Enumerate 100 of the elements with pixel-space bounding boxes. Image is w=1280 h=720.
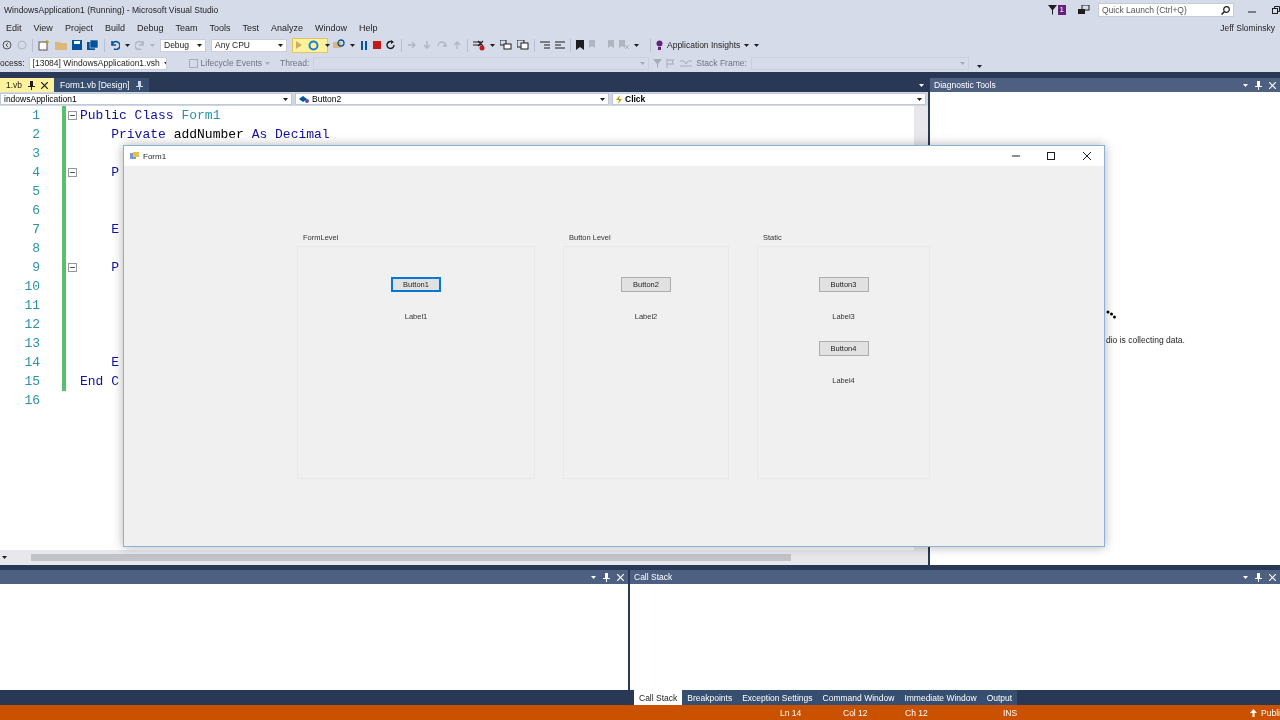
- caret-icon[interactable]: [1243, 83, 1248, 87]
- line-number: 11: [23, 297, 40, 315]
- minimize-icon[interactable]: [1012, 152, 1020, 160]
- bulb-icon: [656, 40, 663, 50]
- configuration-dropdown[interactable]: Debug: [160, 38, 206, 52]
- scrollbar-thumb[interactable]: [31, 554, 791, 561]
- platform-dropdown[interactable]: Any CPU: [211, 38, 287, 52]
- caret-icon[interactable]: [917, 97, 922, 101]
- threads-icon[interactable]: [500, 40, 512, 50]
- start-button[interactable]: [292, 37, 328, 53]
- caret-icon[interactable]: [283, 97, 288, 101]
- save-icon[interactable]: [72, 40, 82, 50]
- indent-icon[interactable]: [540, 40, 550, 50]
- menu-item[interactable]: Test: [236, 23, 265, 33]
- document-tab[interactable]: 1.vb: [0, 78, 55, 92]
- line-number: 14: [23, 354, 40, 372]
- bookmark-icon[interactable]: [576, 40, 584, 50]
- status-message: dio is collecting data.: [1106, 335, 1186, 345]
- pin-icon[interactable]: [1255, 80, 1262, 90]
- caret-icon[interactable]: [600, 97, 605, 101]
- restore-icon[interactable]: [1272, 6, 1280, 14]
- member-dropdown[interactable]: Button2: [295, 93, 609, 105]
- pause-icon[interactable]: [360, 40, 368, 50]
- pin-icon[interactable]: [1255, 572, 1262, 582]
- code-line: E: [110, 222, 119, 237]
- windows-icon[interactable]: [517, 40, 529, 50]
- panel-tab[interactable]: Command Window: [817, 690, 900, 705]
- undo-icon[interactable]: [110, 40, 120, 50]
- quick-launch-field[interactable]: Quick Launch (Ctrl+Q): [1098, 3, 1234, 17]
- caret-icon[interactable]: [591, 575, 596, 579]
- pin-icon[interactable]: [28, 80, 36, 90]
- code-line: End C: [80, 374, 119, 389]
- menu-item[interactable]: View: [27, 23, 59, 33]
- code-line: Private addNumber As Decimal: [110, 127, 330, 142]
- code-line: P: [110, 260, 119, 275]
- class-icon: [299, 94, 309, 104]
- menu-item[interactable]: Analyze: [265, 23, 309, 33]
- line-number: 12: [23, 316, 40, 334]
- menu-item[interactable]: Project: [58, 23, 99, 33]
- menu-item[interactable]: Tools: [203, 23, 237, 33]
- caret-icon[interactable]: [2, 556, 7, 559]
- lifecycle-events-button[interactable]: Lifecycle Events: [188, 58, 270, 68]
- window-title: Form1: [143, 151, 167, 161]
- code-line: E: [110, 355, 119, 370]
- caret-icon[interactable]: [163, 61, 166, 65]
- search-icon[interactable]: [1221, 5, 1230, 15]
- line-number: 16: [23, 392, 40, 410]
- caret-icon[interactable]: [919, 83, 924, 87]
- publish-button[interactable]: Publi: [1250, 707, 1280, 718]
- caret-icon[interactable]: [1243, 575, 1248, 579]
- feedback-icon[interactable]: [1078, 5, 1090, 15]
- application-insights-button[interactable]: Application Insights: [656, 40, 750, 50]
- caret-icon[interactable]: [125, 43, 130, 47]
- collapse-icon[interactable]: [68, 263, 77, 272]
- line-number: 6: [31, 202, 40, 220]
- find-icon[interactable]: [333, 39, 345, 51]
- panel-tab[interactable]: Immediate Window: [899, 690, 982, 705]
- maximize-icon[interactable]: [1047, 152, 1055, 160]
- line-number: 4: [31, 164, 40, 182]
- menu-item[interactable]: Team: [169, 23, 204, 33]
- panel-title: Call Stack: [634, 572, 673, 582]
- panel-tab[interactable]: Exception Settings: [737, 690, 818, 705]
- menu-item[interactable]: Debug: [130, 23, 170, 33]
- new-project-icon[interactable]: [38, 39, 50, 51]
- caret-icon[interactable]: [197, 43, 202, 47]
- menu-item[interactable]: Edit: [0, 23, 28, 33]
- panel-tab[interactable]: Output: [981, 690, 1018, 705]
- caret-icon[interactable]: [350, 43, 355, 47]
- form-icon: [130, 152, 139, 160]
- caret-icon[interactable]: [634, 43, 639, 47]
- line-number: 7: [31, 221, 40, 239]
- filter-icon[interactable]: [1047, 5, 1057, 15]
- user-name[interactable]: Jeff Slominsky: [1220, 23, 1275, 33]
- character-indicator: Ch 12: [905, 707, 929, 718]
- caret-icon[interactable]: [325, 43, 330, 47]
- collapse-icon[interactable]: [68, 168, 77, 177]
- event-dropdown[interactable]: Click: [612, 93, 926, 105]
- outdent-icon[interactable]: [555, 40, 565, 50]
- menu-item[interactable]: Build: [98, 23, 131, 33]
- panel-title: Diagnostic Tools: [934, 80, 996, 90]
- process-dropdown[interactable]: [13084] WindowsApplication1.vsh: [28, 56, 167, 70]
- breakpoint-icon[interactable]: [473, 39, 485, 51]
- caret-icon[interactable]: [976, 64, 982, 68]
- menu-item[interactable]: Window: [309, 23, 354, 33]
- line-indicator: Ln 14: [780, 707, 803, 718]
- panel-tab[interactable]: Breakpoints: [682, 690, 738, 705]
- collapse-icon[interactable]: [68, 111, 77, 120]
- menu-item[interactable]: Help: [353, 23, 384, 33]
- line-number: 2: [31, 126, 40, 144]
- back-icon[interactable]: [2, 40, 12, 50]
- project-dropdown[interactable]: indowsApplication1: [0, 93, 292, 105]
- document-tab[interactable]: Form1.vb [Design]: [54, 78, 149, 92]
- pin-icon[interactable]: [603, 572, 610, 582]
- panel-tab[interactable]: Call Stack: [634, 690, 683, 705]
- save-all-icon[interactable]: [87, 39, 99, 51]
- restart-icon[interactable]: [386, 40, 396, 50]
- close-icon[interactable]: [41, 81, 49, 89]
- close-icon[interactable]: [1083, 152, 1091, 160]
- caret-icon[interactable]: [278, 43, 283, 47]
- caret-icon[interactable]: [490, 43, 495, 47]
